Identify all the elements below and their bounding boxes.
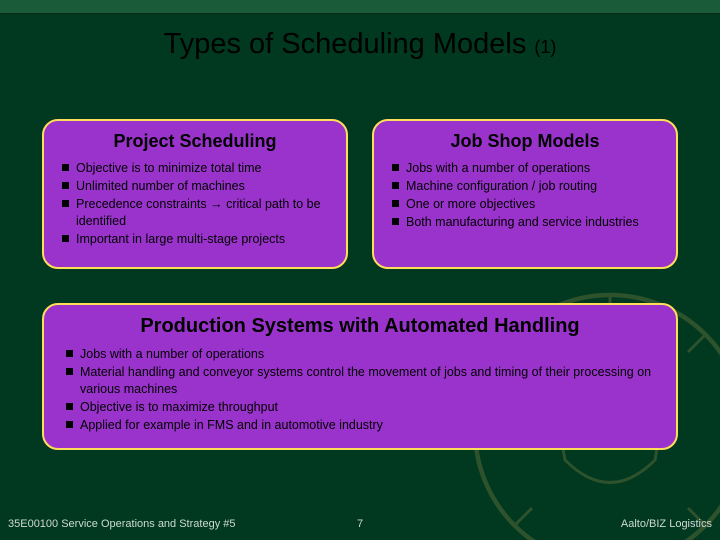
card-job-shop-models: Job Shop Models Jobs with a number of op… xyxy=(372,119,678,269)
card-title: Production Systems with Automated Handli… xyxy=(62,315,658,338)
top-accent-bar xyxy=(0,0,720,14)
card-list: Jobs with a number of operations Materia… xyxy=(62,346,658,433)
footer-page-number: 7 xyxy=(357,518,363,530)
bullet-item: One or more objectives xyxy=(392,196,662,213)
bullet-item: Unlimited number of machines xyxy=(62,178,332,195)
title-main: Types of Scheduling Models xyxy=(164,28,535,60)
card-production-systems: Production Systems with Automated Handli… xyxy=(42,303,678,450)
bullet-item: Objective is to minimize total time xyxy=(62,160,332,177)
bullet-item: Applied for example in FMS and in automo… xyxy=(66,417,658,434)
bullet-item: Machine configuration / job routing xyxy=(392,178,662,195)
card-title: Project Scheduling xyxy=(58,131,332,152)
footer: 35E00100 Service Operations and Strategy… xyxy=(0,518,720,530)
slide-title: Types of Scheduling Models (1) xyxy=(0,28,720,61)
title-sub: (1) xyxy=(534,37,556,57)
bullet-item: Both manufacturing and service industrie… xyxy=(392,214,662,231)
bullet-item: Important in large multi-stage projects xyxy=(62,231,332,248)
card-list: Jobs with a number of operations Machine… xyxy=(388,160,662,231)
footer-right: Aalto/BIZ Logistics xyxy=(621,518,712,530)
bullet-item: Jobs with a number of operations xyxy=(66,346,658,363)
bullet-item: Material handling and conveyor systems c… xyxy=(66,364,658,398)
card-title: Job Shop Models xyxy=(388,131,662,152)
card-list: Objective is to minimize total time Unli… xyxy=(58,160,332,247)
bullet-item: Objective is to maximize throughput xyxy=(66,399,658,416)
card-row: Project Scheduling Objective is to minim… xyxy=(0,119,720,269)
card-project-scheduling: Project Scheduling Objective is to minim… xyxy=(42,119,348,269)
bullet-item: Jobs with a number of operations xyxy=(392,160,662,177)
bullet-item: Precedence constraints → critical path t… xyxy=(62,196,332,230)
footer-left: 35E00100 Service Operations and Strategy… xyxy=(8,518,235,530)
